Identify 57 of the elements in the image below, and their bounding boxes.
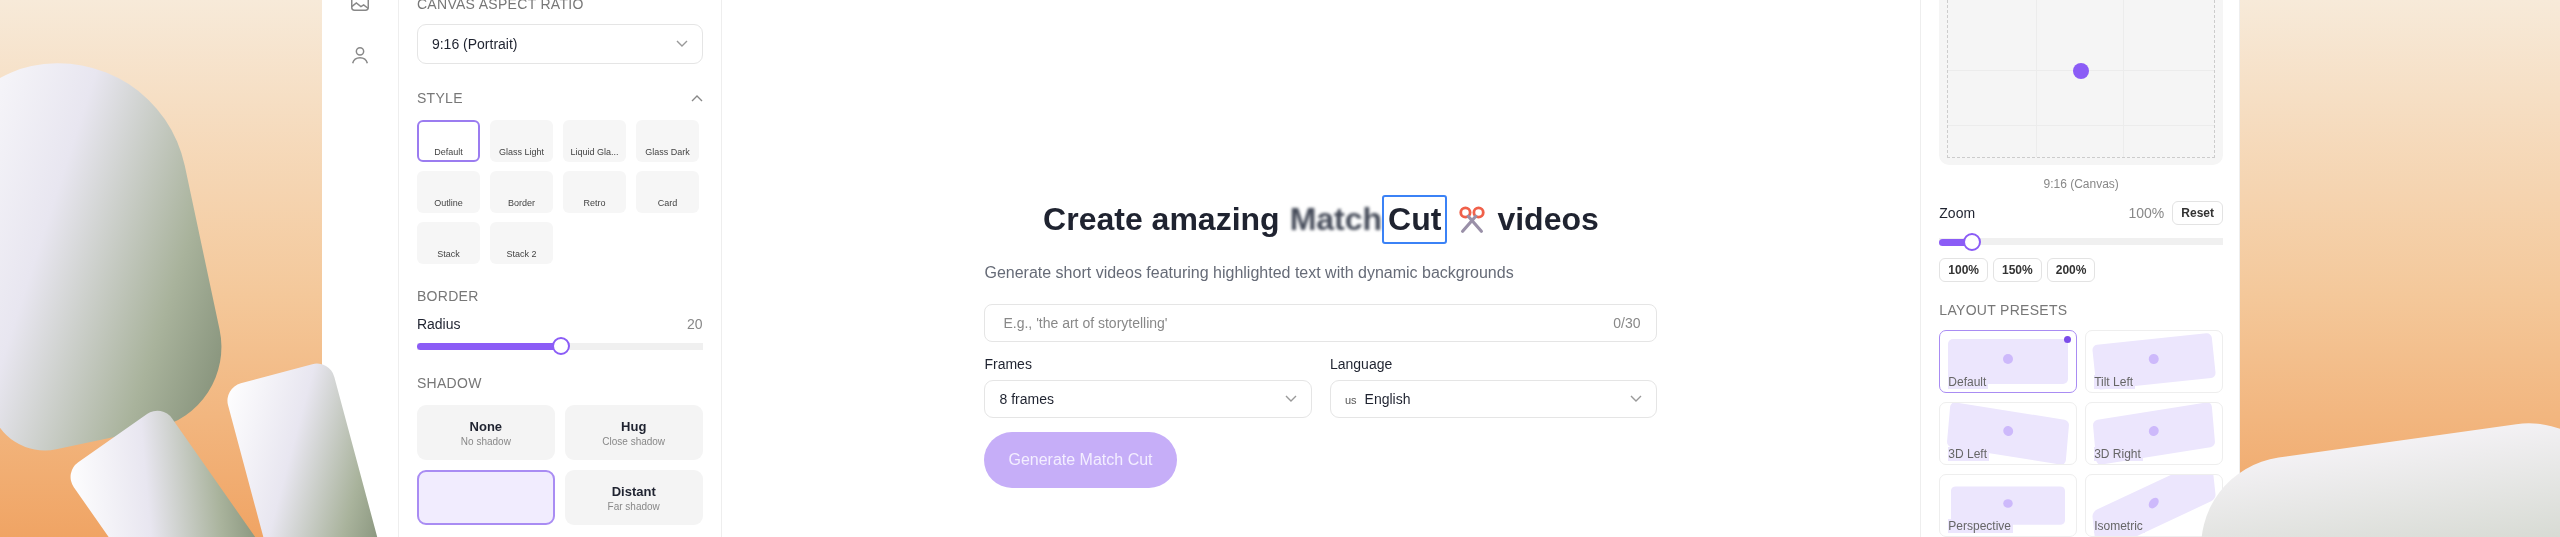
style-option[interactable]: Stack 2: [489, 222, 553, 264]
style-option[interactable]: Glass Light: [489, 120, 553, 162]
chevron-down-icon: [1284, 395, 1297, 403]
section-heading: LAYOUT PRESETS: [1939, 302, 2069, 318]
layout-preset[interactable]: 3D Right: [2085, 402, 2223, 465]
layout-preset[interactable]: Tilt Left: [2085, 330, 2223, 393]
language-label: Language: [1329, 356, 1394, 372]
text-input-field[interactable]: E.g., 'the art of storytelling' 0/30: [984, 304, 1658, 342]
style-option[interactable]: Liquid Gla...: [562, 120, 626, 162]
flag-code: us: [1344, 394, 1357, 406]
style-option[interactable]: Border: [489, 171, 553, 213]
section-heading: CANVAS ASPECT RATIO: [416, 0, 585, 12]
zoom-preset-button[interactable]: 200%: [2046, 258, 2096, 282]
position-dot[interactable]: [2073, 62, 2090, 79]
zoom-preset-button[interactable]: 100%: [1939, 258, 1988, 282]
radius-value: 20: [687, 316, 703, 332]
section-heading: STYLE: [416, 90, 463, 106]
style-option[interactable]: Outline: [416, 171, 480, 213]
zoom-label: Zoom: [1939, 205, 1976, 222]
frames-label: Frames: [984, 356, 1033, 372]
style-option[interactable]: Default: [416, 120, 480, 162]
layout-preset[interactable]: Isometric: [2085, 474, 2223, 537]
reset-button[interactable]: Reset: [2172, 201, 2223, 226]
radius-label: Radius: [416, 316, 461, 332]
title-text: Create amazing: [1043, 201, 1280, 238]
frames-dropdown[interactable]: 8 frames: [984, 380, 1312, 418]
text-input[interactable]: E.g., 'the art of storytelling': [1001, 314, 1614, 332]
language-value: English: [1364, 391, 1411, 407]
shadow-option[interactable]: None No shadow: [416, 405, 555, 460]
shadow-option[interactable]: Distant Far shadow: [564, 470, 703, 525]
character-counter: 0/30: [1613, 315, 1641, 331]
zoom-preset-button[interactable]: 150%: [1993, 258, 2042, 282]
collapse-chevron-icon[interactable]: [690, 94, 703, 102]
blurred-word: Match: [1289, 201, 1383, 238]
style-option[interactable]: Glass Dark: [635, 120, 699, 162]
shadow-option[interactable]: [416, 470, 555, 525]
layout-preset[interactable]: Perspective: [1939, 474, 2078, 537]
language-dropdown[interactable]: us English: [1329, 380, 1658, 418]
style-option[interactable]: Retro: [562, 171, 626, 213]
style-option[interactable]: Stack: [416, 222, 480, 264]
preview-caption: 9:16 (Canvas): [2042, 177, 2120, 192]
section-heading: SHADOW: [416, 375, 483, 391]
aspect-ratio-dropdown[interactable]: 9:16 (Portrait): [416, 24, 703, 64]
chevron-down-icon: [1630, 395, 1643, 403]
layout-preset[interactable]: Default: [1939, 330, 2078, 393]
title-text: videos: [1497, 201, 1599, 238]
scissors-icon: [1457, 204, 1488, 235]
layout-preset[interactable]: 3D Left: [1939, 402, 2078, 465]
framed-word: Cut: [1382, 195, 1448, 244]
subtitle: Generate short videos featuring highlighted text with dynamic backgrounds: [984, 264, 1515, 282]
chevron-down-icon: [675, 40, 688, 48]
style-option[interactable]: Card: [635, 171, 699, 213]
shadow-option[interactable]: Hug Close shadow: [564, 405, 703, 460]
zoom-value: 100%: [2128, 205, 2165, 222]
slider-thumb[interactable]: [551, 337, 570, 355]
section-heading: BORDER: [416, 288, 480, 304]
slider-thumb[interactable]: [1962, 233, 1981, 252]
